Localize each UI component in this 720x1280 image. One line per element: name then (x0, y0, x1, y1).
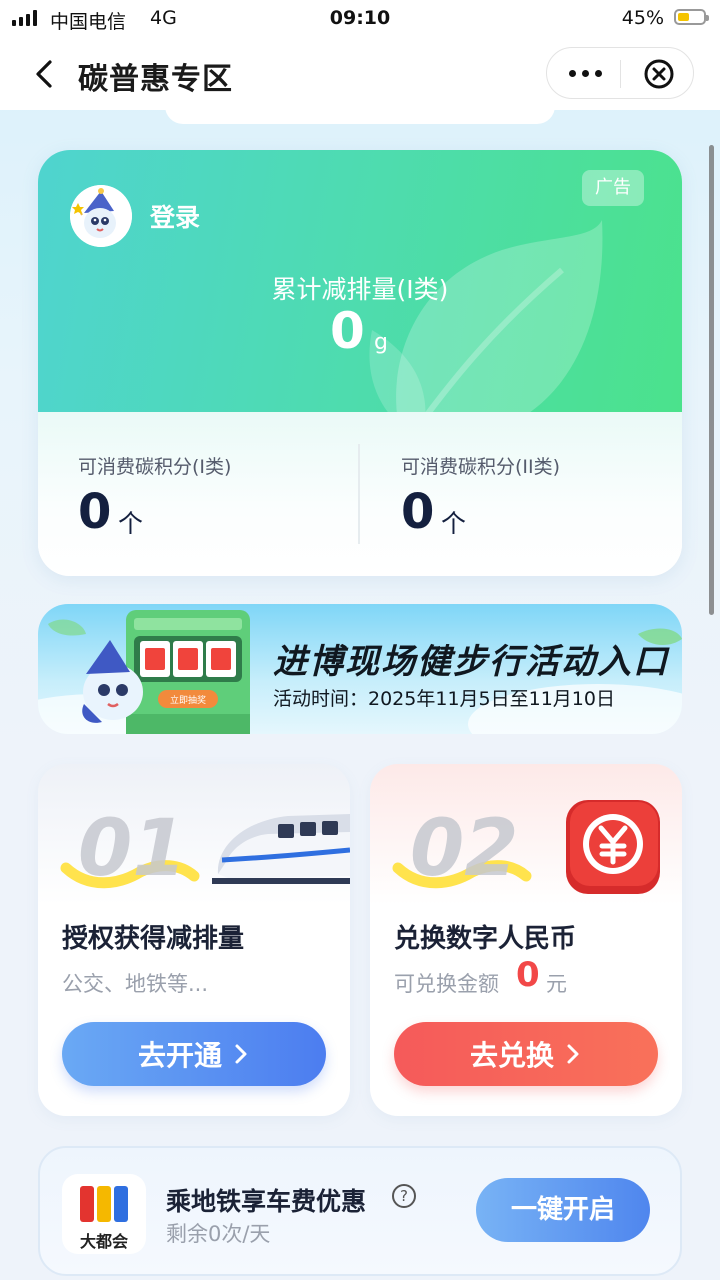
lottery-button-label[interactable]: 立即抽奖 (170, 694, 206, 705)
cumulative-label: 累计减排量(I类) (271, 275, 449, 304)
step-number: 02 (410, 804, 519, 894)
metro-remaining: 剩余0次/天 (166, 1222, 271, 1246)
ad-badge: 广告 (582, 170, 644, 206)
login-link[interactable]: 登录 (150, 198, 200, 234)
train-icon (212, 814, 350, 884)
chevron-left-icon[interactable] (30, 56, 60, 92)
exchange-amount-unit: 元 (546, 972, 567, 996)
metro-app-logo: 大都会 (62, 1174, 146, 1254)
step-card-exchange: 02 兑换数字人民币 可兑换金额 0 元 去兑换 (370, 764, 682, 1116)
metro-title: 乘地铁享车费优惠 (166, 1187, 367, 1216)
page-title: 碳普惠专区 (78, 62, 233, 97)
step-subtitle: 可兑换金额 (394, 972, 499, 996)
event-banner[interactable]: 立即抽奖 进博现场健步行活动入口 活动时间：2025年11月5日至11月10日 (38, 604, 682, 734)
step-card-authorize: 01 授权获得减排量 公交、地铁等... 去开通 (38, 764, 350, 1116)
cumulative-unit: g (374, 330, 388, 355)
nav-bar: 碳普惠专区 (0, 38, 720, 110)
exchange-button[interactable]: 去兑换 (394, 1022, 658, 1086)
step-subtitle: 公交、地铁等... (62, 972, 209, 996)
activate-button[interactable]: 去开通 (62, 1022, 326, 1086)
hero-header: 登录 广告 累计减排量(I类) 0 g (38, 150, 682, 442)
battery-percent: 45% (621, 7, 664, 29)
points-unit-class1: 个 (118, 509, 144, 538)
step-title: 兑换数字人民币 (394, 924, 577, 954)
exchange-amount: 0 (516, 955, 540, 995)
battery-icon (674, 9, 709, 25)
clock: 09:10 (329, 7, 391, 29)
metro-discount-card: 大都会 乘地铁享车费优惠 ? 剩余0次/天 一键开启 (38, 1146, 682, 1276)
points-section: 可消费碳积分(I类) 0 个 可消费碳积分(II类) 0 个 (38, 412, 682, 576)
points-unit-class2: 个 (441, 509, 467, 538)
banner-date: 活动时间：2025年11月5日至11月10日 (273, 688, 615, 710)
step-number: 01 (78, 804, 187, 894)
top-strip (165, 104, 555, 124)
more-icon[interactable] (563, 60, 607, 86)
avatar[interactable] (70, 185, 132, 247)
banner-title: 进博现场健步行活动入口 (273, 642, 669, 682)
scrollbar[interactable] (709, 145, 714, 615)
cumulative-value: 0 (330, 302, 365, 360)
exchange-button-label: 去兑换 (469, 1039, 554, 1072)
status-bar: 中国电信 4G 09:10 45% (0, 0, 720, 38)
points-label-class1: 可消费碳积分(I类) (78, 456, 232, 478)
carbon-summary-card: 登录 广告 累计减排量(I类) 0 g 可消费碳积分(I类) 0 个 可消费碳积… (38, 150, 682, 576)
metro-logo-text: 大都会 (79, 1232, 128, 1251)
digital-rmb-icon (566, 800, 660, 894)
step-title: 授权获得减排量 (62, 924, 245, 954)
enable-button[interactable]: 一键开启 (476, 1178, 650, 1242)
points-value-class1: 0 (78, 484, 112, 540)
points-label-class2: 可消费碳积分(II类) (401, 456, 561, 478)
divider (358, 444, 360, 544)
points-value-class2: 0 (401, 484, 435, 540)
capsule-divider (620, 60, 621, 88)
chevron-right-icon (235, 1044, 247, 1064)
close-circle-icon[interactable] (643, 58, 675, 90)
activate-button-label: 去开通 (137, 1039, 222, 1072)
mini-program-capsule (546, 47, 694, 99)
help-icon[interactable]: ? (392, 1184, 416, 1208)
chevron-right-icon (567, 1044, 579, 1064)
